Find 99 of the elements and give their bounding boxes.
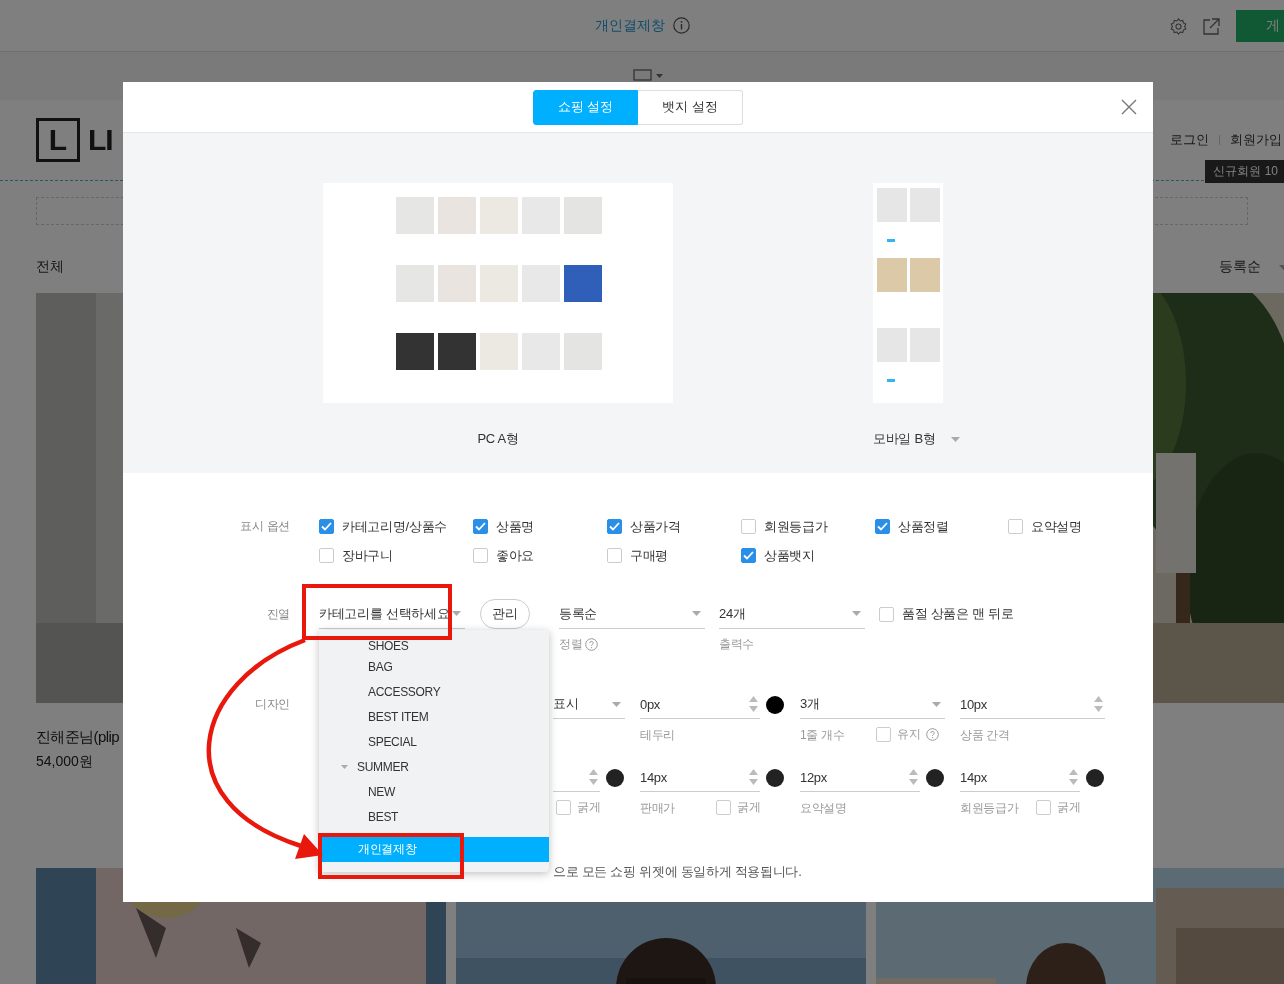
sort-label[interactable]: 등록순 (1219, 258, 1261, 276)
dropdown-item[interactable]: BAG (319, 654, 549, 679)
external-link-icon[interactable] (1203, 17, 1220, 35)
checkbox[interactable] (879, 606, 894, 622)
field-caption: 회원등급가 (960, 799, 1019, 817)
row-label: 표시 옵션 (239, 518, 290, 535)
number-field[interactable]: 10px (960, 690, 1105, 719)
header-link[interactable]: 로그인 (1170, 131, 1209, 149)
checkbox[interactable] (473, 548, 488, 563)
field-caption: 요약설명 (800, 799, 847, 817)
caret-icon[interactable] (341, 765, 348, 769)
tooltip: 신규회원 10 (1205, 160, 1284, 183)
color-swatch[interactable] (606, 768, 624, 787)
dropdown-item[interactable]: SPECIAL (319, 729, 549, 754)
dropdown-item[interactable]: ACCESSORY (319, 679, 549, 704)
logo-text: LI (88, 123, 113, 157)
dropdown-item[interactable]: SHOES (319, 630, 549, 654)
checkbox[interactable] (1008, 519, 1023, 534)
color-swatch[interactable] (766, 695, 784, 714)
stepper-icon[interactable] (749, 696, 758, 712)
select-field[interactable]: 등록순 (559, 599, 705, 629)
checkbox-label: 굵게 (577, 799, 601, 816)
color-swatch[interactable] (766, 768, 784, 787)
checkbox[interactable] (875, 519, 890, 534)
row-label: 진열 (265, 606, 290, 623)
layout-label[interactable]: PC A형 (477, 430, 519, 448)
checkbox-label: 상품가격 (630, 517, 681, 536)
help-icon[interactable] (585, 637, 599, 651)
checkbox[interactable] (319, 519, 334, 534)
dropdown-item[interactable]: BEST ITEM (319, 704, 549, 729)
checkbox-label: 상품명 (496, 517, 535, 536)
checkbox-label: 회원등급가 (764, 517, 828, 536)
checkbox[interactable] (876, 727, 891, 742)
stepper-icon[interactable] (749, 769, 758, 785)
checkbox[interactable] (556, 800, 571, 815)
page-title: 개인결제창 (594, 16, 665, 35)
stepper-icon[interactable] (1069, 769, 1078, 785)
select-field[interactable]: 24개 (719, 599, 865, 629)
caret-icon (612, 701, 621, 707)
checkbox-label: 카테고리명/상품수 (342, 517, 447, 536)
dropdown-item[interactable]: NEW (319, 779, 549, 804)
dropdown-item[interactable]: SUMMER (319, 754, 549, 779)
checkbox-label: 굵게 (737, 799, 761, 816)
number-field[interactable]: 0px (640, 690, 760, 719)
row-label: 디자인 (253, 696, 290, 713)
product-name: 진해준님(plip (36, 728, 119, 747)
checkbox[interactable] (716, 800, 731, 815)
caret-icon (932, 701, 941, 707)
checkbox-label: 품절 상품은 맨 뒤로 (902, 605, 1014, 623)
stepper-icon[interactable] (1094, 696, 1103, 712)
monitor-icon[interactable] (633, 68, 652, 84)
checkbox-label: 좋아요 (496, 546, 535, 565)
checkbox-label: 상품정렬 (898, 517, 949, 536)
help-icon[interactable] (926, 728, 940, 741)
color-swatch[interactable] (926, 768, 944, 787)
caret-icon[interactable] (656, 74, 663, 78)
field-caption: 상품 간격 (960, 726, 1010, 744)
checkbox-label: 장바구니 (342, 546, 393, 565)
logo-mark: L (36, 118, 80, 162)
number-field[interactable]: 14px (640, 763, 760, 792)
select-field[interactable]: 3개 (800, 690, 945, 719)
checkbox[interactable] (607, 519, 622, 534)
checkbox[interactable] (473, 519, 488, 534)
info-icon[interactable] (672, 17, 690, 34)
checkbox-label: 요약설명 (1031, 517, 1082, 536)
tab[interactable]: 뱃지 설정 (638, 89, 743, 125)
field-caption: 출력수 (719, 635, 755, 653)
checkbox-label: 구매평 (630, 546, 669, 565)
field-caption: 정렬 (559, 635, 583, 653)
number-field[interactable]: 12px (800, 763, 920, 792)
settings-icon[interactable] (1170, 17, 1187, 35)
caret-icon (452, 611, 461, 616)
header-link[interactable]: 회원가입 (1230, 131, 1282, 149)
number-field[interactable]: 14px (960, 763, 1080, 792)
dropdown-item[interactable]: BEST (319, 804, 549, 829)
manage-button[interactable]: 관리 (480, 599, 530, 629)
product-price: 54,000원 (36, 753, 93, 771)
field-caption: 판매가 (640, 799, 676, 817)
select-field[interactable]: 표시 (553, 690, 625, 719)
checkbox-label: 유지 (897, 726, 921, 743)
field-caption: 테두리 (640, 726, 676, 744)
category-title: 전체 (36, 258, 64, 276)
checkbox[interactable] (607, 548, 622, 563)
stepper-icon[interactable] (909, 769, 918, 785)
checkbox[interactable] (319, 548, 334, 563)
caret-icon (692, 611, 701, 616)
footnote: 으로 모든 쇼핑 위젯에 동일하게 적용됩니다. (553, 863, 803, 881)
layout-label[interactable]: 모바일 B형 (873, 430, 936, 448)
checkbox[interactable] (741, 548, 756, 563)
field-caption: 1줄 개수 (800, 726, 845, 744)
checkbox[interactable] (741, 519, 756, 534)
checkbox[interactable] (1036, 800, 1051, 815)
checkbox-label: 굵게 (1057, 799, 1081, 816)
close-icon[interactable] (1121, 99, 1137, 115)
caret-icon (852, 611, 861, 616)
select-field[interactable]: 카테고리를 선택하세요 (319, 599, 465, 629)
color-swatch[interactable] (1086, 768, 1104, 787)
checkbox-label: 상품뱃지 (764, 546, 815, 565)
stepper-icon[interactable] (589, 769, 598, 785)
